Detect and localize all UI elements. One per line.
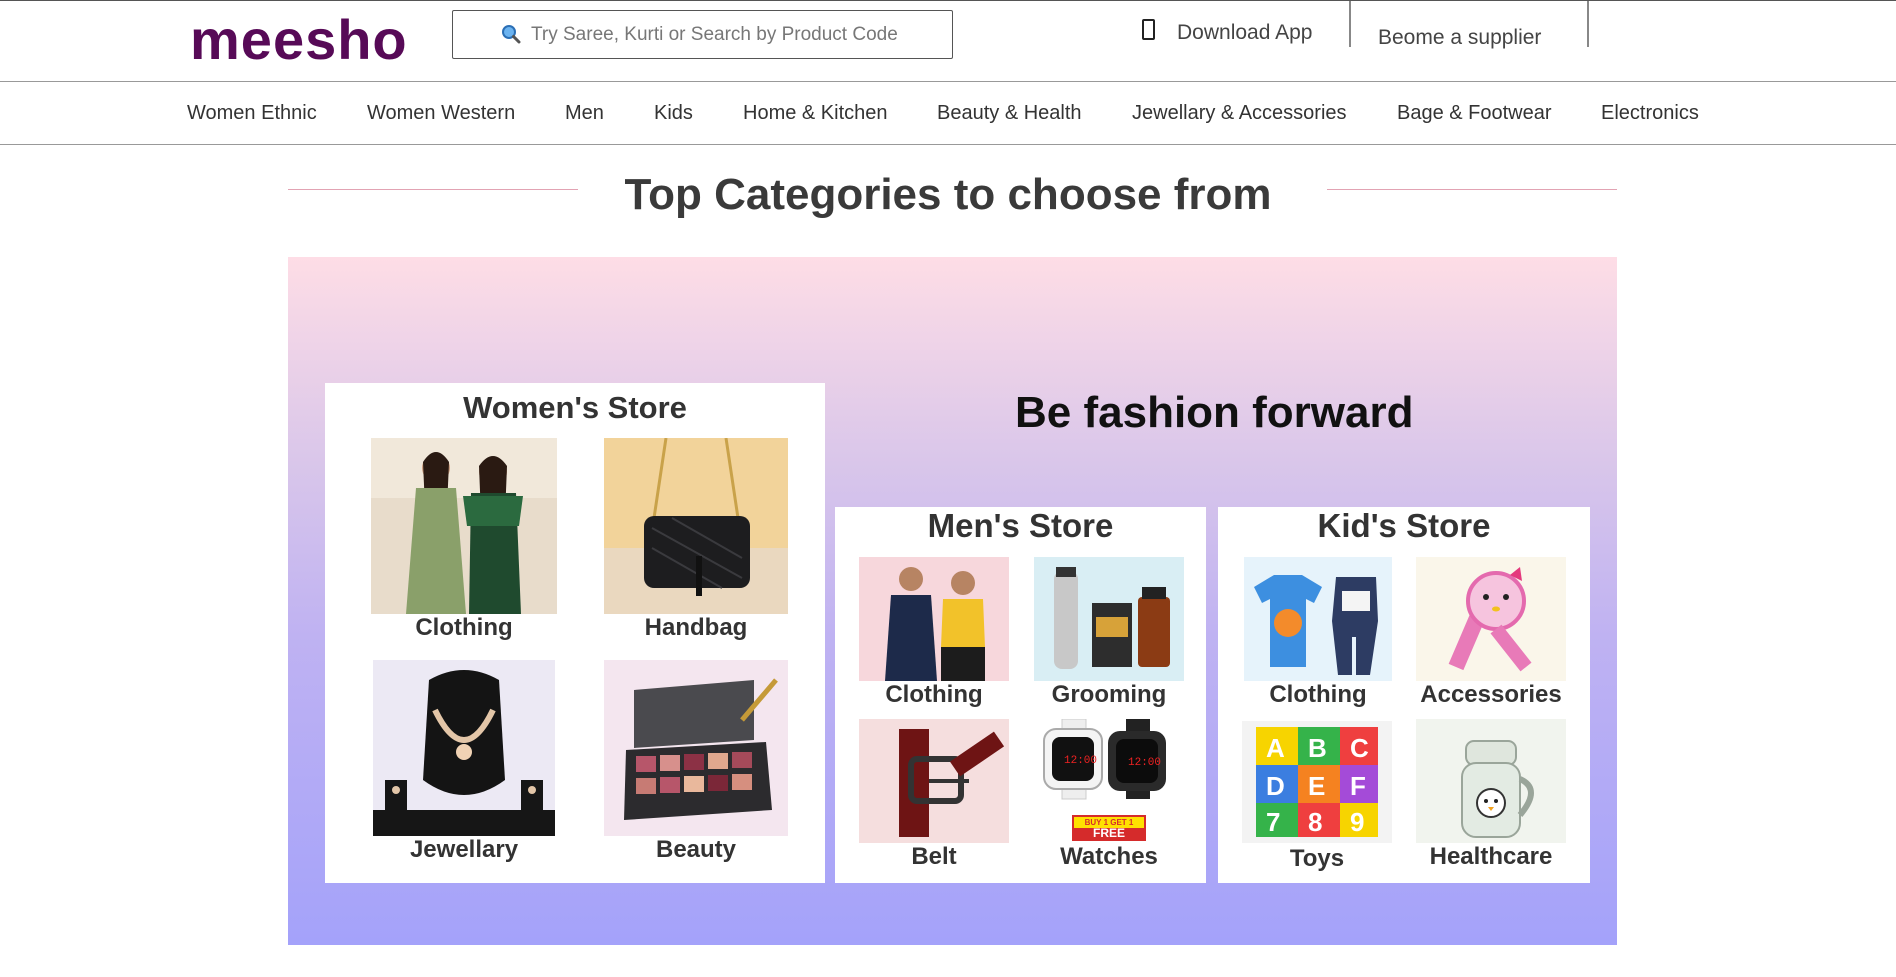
women-jewellery-label: Jewellary bbox=[409, 836, 519, 863]
nav-item-kids[interactable]: Kids bbox=[654, 102, 693, 125]
kids-accessories-image bbox=[1416, 557, 1566, 681]
kids-accessories-label: Accessories bbox=[1420, 681, 1562, 708]
svg-text:B: B bbox=[1308, 733, 1327, 763]
svg-text:9: 9 bbox=[1350, 807, 1364, 837]
svg-text:12:00: 12:00 bbox=[1064, 755, 1097, 767]
women-beauty-image bbox=[604, 660, 788, 836]
nav-item-electronics[interactable]: Electronics bbox=[1601, 102, 1699, 125]
kids-healthcare-image bbox=[1416, 719, 1566, 843]
men-watches-image: 12:00 12:00 BUY 1 GET 1 FREE bbox=[1034, 719, 1184, 843]
men-belt-image bbox=[859, 719, 1009, 843]
nav-item-women-western[interactable]: Women Western bbox=[367, 102, 515, 125]
men-watches-tile[interactable]: 12:00 12:00 BUY 1 GET 1 FREE Watches bbox=[1034, 719, 1184, 870]
nav-item-women-ethnic[interactable]: Women Ethnic bbox=[187, 102, 317, 125]
svg-text:7: 7 bbox=[1266, 807, 1280, 837]
men-clothing-image bbox=[859, 557, 1009, 681]
womens-store-card[interactable]: Women's Store Clothing Handbag Jewellary… bbox=[325, 383, 825, 883]
svg-text:8: 8 bbox=[1308, 807, 1322, 837]
women-clothing-tile[interactable]: Clothing bbox=[371, 438, 557, 641]
men-belt-label: Belt bbox=[911, 843, 957, 870]
kids-store-card[interactable]: Kid's Store Clothing Accessories A B C D… bbox=[1218, 507, 1590, 883]
kids-toys-image: ABC DEF 789 bbox=[1242, 721, 1392, 843]
kids-clothing-image bbox=[1244, 557, 1392, 681]
women-jewellery-image bbox=[373, 660, 555, 836]
kids-healthcare-tile[interactable]: Healthcare bbox=[1416, 719, 1566, 870]
title-divider-right bbox=[1327, 189, 1617, 190]
top-header: meesho Try Saree, Kurti or Search by Pro… bbox=[0, 0, 1896, 82]
search-icon bbox=[502, 25, 521, 44]
header-divider bbox=[1587, 1, 1589, 47]
men-grooming-tile[interactable]: Grooming bbox=[1034, 557, 1184, 708]
womens-store-title: Women's Store bbox=[463, 390, 687, 425]
mobile-phone-icon bbox=[1142, 18, 1155, 40]
nav-item-jewellary-accessories[interactable]: Jewellary & Accessories bbox=[1132, 102, 1347, 125]
women-beauty-tile[interactable]: Beauty bbox=[604, 660, 788, 863]
header-divider bbox=[1349, 1, 1351, 47]
search-bar[interactable]: Try Saree, Kurti or Search by Product Co… bbox=[452, 10, 953, 59]
men-clothing-tile[interactable]: Clothing bbox=[859, 557, 1009, 708]
men-grooming-image bbox=[1034, 557, 1184, 681]
svg-text:D: D bbox=[1266, 771, 1285, 801]
kids-toys-tile[interactable]: ABC DEF 789 Toys bbox=[1242, 721, 1392, 872]
svg-text:F: F bbox=[1350, 771, 1366, 801]
bogo-offer-badge: BUY 1 GET 1 FREE bbox=[1072, 815, 1146, 841]
women-handbag-tile[interactable]: Handbag bbox=[604, 438, 788, 641]
kids-clothing-tile[interactable]: Clothing bbox=[1244, 557, 1392, 708]
kids-accessories-tile[interactable]: Accessories bbox=[1416, 557, 1566, 708]
svg-text:E: E bbox=[1308, 771, 1325, 801]
kids-store-title: Kid's Store bbox=[1317, 507, 1491, 544]
svg-text:C: C bbox=[1350, 733, 1369, 763]
women-jewellery-tile[interactable]: Jewellary bbox=[373, 660, 555, 863]
mens-store-title: Men's Store bbox=[927, 507, 1114, 544]
nav-item-bags-footwear[interactable]: Bage & Footwear bbox=[1397, 102, 1552, 125]
women-clothing-label: Clothing bbox=[415, 614, 513, 641]
kids-healthcare-label: Healthcare bbox=[1429, 843, 1553, 870]
nav-item-beauty-health[interactable]: Beauty & Health bbox=[937, 102, 1082, 125]
nav-item-men[interactable]: Men bbox=[565, 102, 604, 125]
women-beauty-label: Beauty bbox=[655, 836, 737, 863]
section-title: Top Categories to choose from bbox=[624, 170, 1272, 219]
mens-store-card[interactable]: Men's Store Clothing Grooming Belt 12:00… bbox=[835, 507, 1206, 883]
women-handbag-label: Handbag bbox=[644, 614, 748, 641]
svg-text:12:00: 12:00 bbox=[1128, 757, 1161, 769]
become-supplier-link[interactable]: Beome a supplier bbox=[1378, 26, 1541, 50]
kids-clothing-label: Clothing bbox=[1269, 681, 1367, 708]
download-app-link[interactable]: Download App bbox=[1142, 18, 1313, 45]
search-placeholder: Try Saree, Kurti or Search by Product Co… bbox=[531, 23, 898, 45]
women-handbag-image bbox=[604, 438, 788, 614]
men-watches-label: Watches bbox=[1060, 843, 1158, 870]
svg-text:A: A bbox=[1266, 733, 1285, 763]
meesho-logo[interactable]: meesho bbox=[190, 7, 408, 72]
category-nav: Women Ethnic Women Western Men Kids Home… bbox=[0, 82, 1896, 145]
kids-toys-label: Toys bbox=[1289, 845, 1345, 872]
men-grooming-label: Grooming bbox=[1051, 681, 1167, 708]
men-belt-tile[interactable]: Belt bbox=[859, 719, 1009, 870]
women-clothing-image bbox=[371, 438, 557, 614]
fashion-tagline: Be fashion forward bbox=[1015, 388, 1414, 437]
men-clothing-label: Clothing bbox=[885, 681, 983, 708]
download-app-label: Download App bbox=[1177, 21, 1313, 44]
nav-item-home-kitchen[interactable]: Home & Kitchen bbox=[743, 102, 888, 125]
